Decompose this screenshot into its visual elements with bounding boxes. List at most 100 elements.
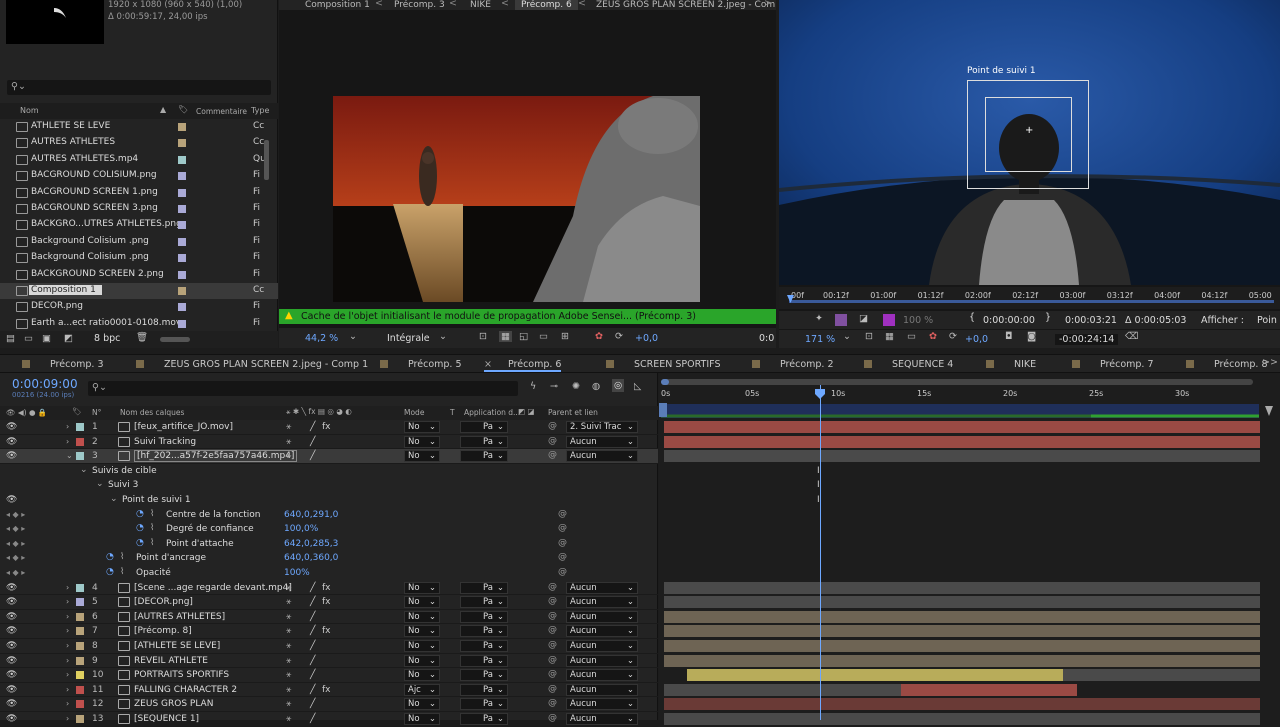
track-matte-select[interactable]: Pa ⌄	[460, 713, 508, 725]
project-item[interactable]: BACGROUND SCREEN 1.png Fi	[0, 185, 278, 201]
chevron-right-icon[interactable]: ›	[66, 699, 69, 708]
track-matte-select[interactable]: Pa ⌄	[460, 683, 508, 696]
pickwhip-icon[interactable]: @	[548, 596, 557, 606]
chevron-right-icon[interactable]: ›	[66, 656, 69, 665]
zoom-level[interactable]: 44,2 %	[305, 333, 338, 344]
parent-select[interactable]: Aucun ⌄	[566, 625, 638, 638]
label-color[interactable]	[178, 270, 186, 279]
guides-icon[interactable]: ▭	[539, 331, 548, 342]
label-color[interactable]	[76, 583, 84, 592]
chevron-right-icon[interactable]: ›	[66, 641, 69, 650]
col-layer-name[interactable]: Nom des calques	[120, 408, 184, 417]
color-channels-icon[interactable]: ✿	[595, 331, 603, 342]
layer-name[interactable]: [Précomp. 8]	[134, 626, 192, 636]
layer-row[interactable]: 👁›11FALLING CHARACTER 2⚹╱fxAjc⌄◎Pa⌄@Aucu…	[0, 683, 658, 698]
label-tag-icon[interactable]: 🏷	[178, 105, 188, 114]
view-b-icon[interactable]: ◪	[859, 313, 868, 324]
eye-icon[interactable]: 👁	[6, 612, 17, 622]
in-time[interactable]: 0:00:00:00	[983, 315, 1035, 326]
track-matte-select[interactable]: Pa ⌄	[460, 698, 508, 711]
pickwhip-icon[interactable]: @	[548, 436, 557, 446]
new-folder-icon[interactable]: ▭	[24, 333, 33, 344]
project-item[interactable]: AUTRES ATHLETES Cc	[0, 135, 278, 151]
matte-icons[interactable]: ◩ ◪	[518, 407, 535, 416]
label-color[interactable]	[76, 685, 84, 694]
layer-duration-bar[interactable]	[664, 610, 1260, 623]
work-area-bar[interactable]	[789, 300, 1274, 303]
motion-blur-icon[interactable]: ◍	[592, 381, 600, 392]
pickwhip-icon[interactable]: @	[558, 567, 567, 577]
layer-switches[interactable]: ⚹ ╱	[286, 714, 412, 724]
project-item[interactable]: AUTRES ATHLETES.mp4 Qu	[0, 152, 278, 168]
layer-switches[interactable]: ⚹ ╱ fx	[286, 583, 412, 593]
track-matte-select[interactable]: Pa ⌄	[460, 435, 508, 448]
track-matte-select[interactable]: Pa ⌄	[460, 640, 508, 652]
parent-select[interactable]: Aucun ⌄	[566, 683, 638, 696]
viewer-timecode[interactable]: 0:0	[759, 333, 774, 344]
resolution-select[interactable]: Intégrale	[387, 333, 430, 344]
track-matte-select[interactable]: Pa ⌄	[460, 610, 508, 623]
label-color[interactable]	[76, 612, 84, 621]
timeline-tab[interactable]: × Précomp. 6	[484, 359, 562, 372]
stopwatch-icon[interactable]: ◔	[106, 567, 114, 577]
blend-mode-select[interactable]: No ⌄	[404, 698, 440, 711]
close-icon[interactable]: ×	[484, 359, 492, 370]
chevron-right-icon[interactable]: ›	[66, 685, 69, 694]
layer-name[interactable]: [Scene ...age regarde devant.mp4]	[134, 583, 292, 593]
layer-zoom[interactable]: 171 %	[805, 334, 835, 345]
timeline-tab[interactable]: Précomp. 7	[1072, 359, 1154, 370]
shy-icon[interactable]: ⊸	[550, 381, 558, 392]
blend-mode-select[interactable]: No ⌄	[404, 450, 440, 463]
sort-up-icon[interactable]: ▲	[160, 105, 166, 114]
zoom-dropdown-icon[interactable]: ⌄	[349, 331, 357, 342]
layer-row[interactable]: 👁›13[SEQUENCE 1]⚹╱No⌄◎Pa⌄@Aucun⌄	[0, 712, 658, 727]
pickwhip-icon[interactable]: @	[558, 552, 567, 562]
label-color[interactable]	[178, 319, 186, 328]
stopwatch-icon[interactable]: ◔	[106, 552, 114, 562]
pickwhip-icon[interactable]: @	[548, 625, 557, 635]
chevron-left-icon[interactable]: <	[578, 0, 586, 9]
viewer-tab-precomp-6[interactable]: Précomp. 6	[515, 0, 578, 10]
layer-switches[interactable]: ⚹ ╱	[286, 451, 412, 461]
label-color[interactable]	[178, 205, 186, 213]
eye-icon[interactable]: 👁	[6, 451, 17, 461]
in-point-icon[interactable]: {	[969, 312, 975, 323]
layer-row[interactable]: 👁 ⌄ 3 [hf_202...a57f-2e5faa757a46.mp4] ⚹ ╱ No ⌄…	[0, 449, 658, 464]
pickwhip-icon[interactable]: @	[558, 523, 567, 533]
eye-icon[interactable]: 👁	[6, 597, 17, 607]
guides-icon[interactable]: ▭	[907, 331, 916, 342]
property-row[interactable]: ◂ ◆ ▸ ◔ ⌇ Opacité 100% @	[0, 566, 658, 581]
layer-switches[interactable]: ⚹ ╱	[286, 656, 412, 666]
col-mode[interactable]: Mode	[404, 408, 424, 417]
layer-name[interactable]: ZEUS GROS PLAN	[134, 699, 213, 709]
property-group[interactable]: ⌄ Suivis de cible	[0, 464, 658, 479]
project-item[interactable]: ATHLETE SE LEVE Cc	[0, 119, 278, 135]
parent-select[interactable]: 2. Suivi Trac ⌄	[566, 421, 638, 433]
current-time-indicator[interactable]	[820, 385, 821, 720]
out-time[interactable]: 0:00:03:21	[1065, 315, 1117, 326]
graph-icon[interactable]: ⌇	[150, 538, 154, 548]
layer-row[interactable]: 👁›6[AUTRES ATHLETES]⚹╱No⌄◎Pa⌄@Aucun⌄	[0, 610, 658, 625]
blend-mode-select[interactable]: No ⌄	[404, 596, 440, 609]
layer-row[interactable]: 👁›7[Précomp. 8]⚹╱fxNo⌄◎Pa⌄@Aucun⌄	[0, 624, 658, 639]
snapshot-icon[interactable]: ◘	[1005, 331, 1013, 342]
grid-icon[interactable]: ⊞	[561, 331, 569, 342]
layer-search-input[interactable]: ⚲⌄	[88, 381, 518, 396]
project-item[interactable]: BACKGROUND SCREEN 2.png Fi	[0, 267, 278, 283]
chevron-right-icon[interactable]: ›	[66, 612, 69, 621]
project-item[interactable]: BACGROUND SCREEN 3.png Fi	[0, 201, 278, 217]
keyframe-navigator-icon[interactable]: ◂ ◆ ▸	[6, 524, 25, 533]
bpc-button[interactable]: 8 bpc	[94, 333, 120, 344]
property-value[interactable]: 100,0%	[284, 524, 318, 534]
graph-icon[interactable]: ◺	[634, 381, 641, 392]
chevron-right-icon[interactable]: ›	[66, 422, 69, 431]
blend-mode-select[interactable]: No ⌄	[404, 581, 440, 594]
layer-switches[interactable]: ⚹ ╱ fx	[286, 422, 412, 432]
pickwhip-icon[interactable]: @	[548, 684, 557, 694]
chevron-down-icon[interactable]: ⌄	[96, 479, 104, 489]
layer-duration-bar[interactable]	[664, 683, 901, 696]
col-trkmat[interactable]: Application d...	[464, 408, 520, 417]
layer-duration-bar[interactable]	[664, 640, 1260, 652]
layer-switches[interactable]: ⚹ ╱ fx	[286, 626, 412, 636]
resolution-dropdown-icon[interactable]: ⌄	[439, 331, 447, 342]
